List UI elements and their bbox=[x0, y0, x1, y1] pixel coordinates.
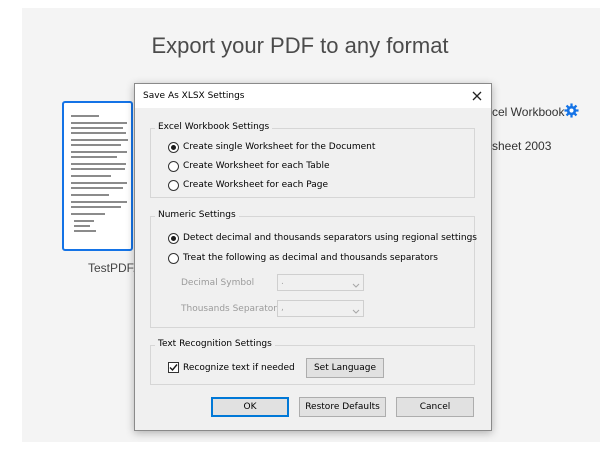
radio-label: Detect decimal and thousands separators … bbox=[183, 233, 477, 243]
dialog-title: Save As XLSX Settings bbox=[143, 91, 245, 101]
format-option-excel-workbook[interactable]: cel Workbook bbox=[492, 105, 564, 119]
thumbnail-text-line bbox=[71, 139, 128, 141]
thumbnail-text-line bbox=[71, 168, 125, 170]
thumbnail-text-line bbox=[71, 206, 121, 208]
thumbnail-text-line bbox=[71, 175, 111, 177]
chevron-down-icon bbox=[352, 280, 360, 295]
radio-label: Create Worksheet for each Page bbox=[183, 180, 329, 190]
thumbnail-text-line bbox=[71, 163, 126, 165]
thumbnail-text-line bbox=[71, 156, 117, 158]
radio-label: Create single Worksheet for the Document bbox=[183, 142, 376, 152]
thumbnail-text-line bbox=[74, 225, 90, 227]
thumbnail-text-line bbox=[74, 220, 94, 222]
radio-worksheet-each-table[interactable]: Create Worksheet for each Table bbox=[168, 159, 330, 173]
excel-group-legend: Excel Workbook Settings bbox=[155, 122, 273, 132]
thumbnail-text-line bbox=[71, 122, 127, 124]
excel-workbook-settings-group: Excel Workbook Settings Create single Wo… bbox=[150, 122, 475, 198]
thumbnail-text-line bbox=[71, 132, 126, 134]
chevron-down-icon bbox=[352, 306, 360, 321]
thousands-separator-value: , bbox=[281, 303, 284, 313]
save-as-xlsx-dialog: Save As XLSX Settings Excel Workbook Set… bbox=[134, 83, 492, 431]
thumbnail-text-line bbox=[74, 230, 96, 232]
radio-label: Create Worksheet for each Table bbox=[183, 161, 330, 171]
gear-icon[interactable] bbox=[564, 103, 579, 122]
thumbnail-text-line bbox=[71, 194, 109, 196]
thumbnail-text-line bbox=[71, 151, 127, 153]
text-recognition-settings-group: Text Recognition Settings Recognize text… bbox=[150, 339, 475, 385]
thumbnail-text-line bbox=[71, 187, 123, 189]
radio-treat-following-separators[interactable]: Treat the following as decimal and thous… bbox=[168, 251, 438, 265]
radio-worksheet-each-page[interactable]: Create Worksheet for each Page bbox=[168, 178, 328, 192]
thumbnail-text-line bbox=[71, 201, 127, 203]
thumbnail-text-line bbox=[71, 144, 121, 146]
decimal-symbol-value: . bbox=[281, 277, 284, 287]
radio-detect-separators[interactable]: Detect decimal and thousands separators … bbox=[168, 231, 477, 245]
pdf-thumbnail[interactable] bbox=[62, 101, 133, 251]
thousands-separator-select[interactable]: , bbox=[277, 300, 364, 317]
radio-label: Treat the following as decimal and thous… bbox=[183, 253, 438, 263]
numeric-settings-group: Numeric Settings Detect decimal and thou… bbox=[150, 210, 477, 328]
text-group-legend: Text Recognition Settings bbox=[155, 339, 275, 349]
cancel-button[interactable]: Cancel bbox=[396, 397, 474, 417]
recognize-text-checkbox[interactable]: Recognize text if needed bbox=[168, 362, 295, 373]
ok-button[interactable]: OK bbox=[211, 397, 289, 417]
dialog-titlebar: Save As XLSX Settings bbox=[135, 84, 491, 108]
thumbnail-text-line bbox=[71, 213, 105, 215]
decimal-symbol-label: Decimal Symbol bbox=[181, 278, 255, 288]
page-title: Export your PDF to any format bbox=[151, 33, 449, 58]
radio-button-selected[interactable] bbox=[168, 141, 179, 153]
numeric-group-legend: Numeric Settings bbox=[155, 210, 239, 220]
radio-button[interactable] bbox=[168, 160, 179, 172]
checkbox-checked[interactable] bbox=[168, 362, 179, 373]
format-option-spreadsheet-2003[interactable]: sheet 2003 bbox=[492, 139, 551, 153]
checkbox-label: Recognize text if needed bbox=[183, 362, 295, 373]
radio-single-worksheet[interactable]: Create single Worksheet for the Document bbox=[168, 140, 375, 154]
radio-button[interactable] bbox=[168, 179, 179, 191]
thumbnail-text-line bbox=[71, 127, 123, 129]
decimal-symbol-select[interactable]: . bbox=[277, 274, 364, 291]
radio-button[interactable] bbox=[168, 252, 179, 264]
radio-button-selected[interactable] bbox=[168, 232, 179, 244]
restore-defaults-button[interactable]: Restore Defaults bbox=[299, 397, 386, 417]
close-icon[interactable] bbox=[468, 87, 486, 105]
thumbnail-text-line bbox=[71, 182, 127, 184]
set-language-button[interactable]: Set Language bbox=[306, 358, 384, 378]
thousands-separator-label: Thousands Separator bbox=[181, 304, 278, 314]
thumbnail-text-line bbox=[71, 115, 99, 117]
